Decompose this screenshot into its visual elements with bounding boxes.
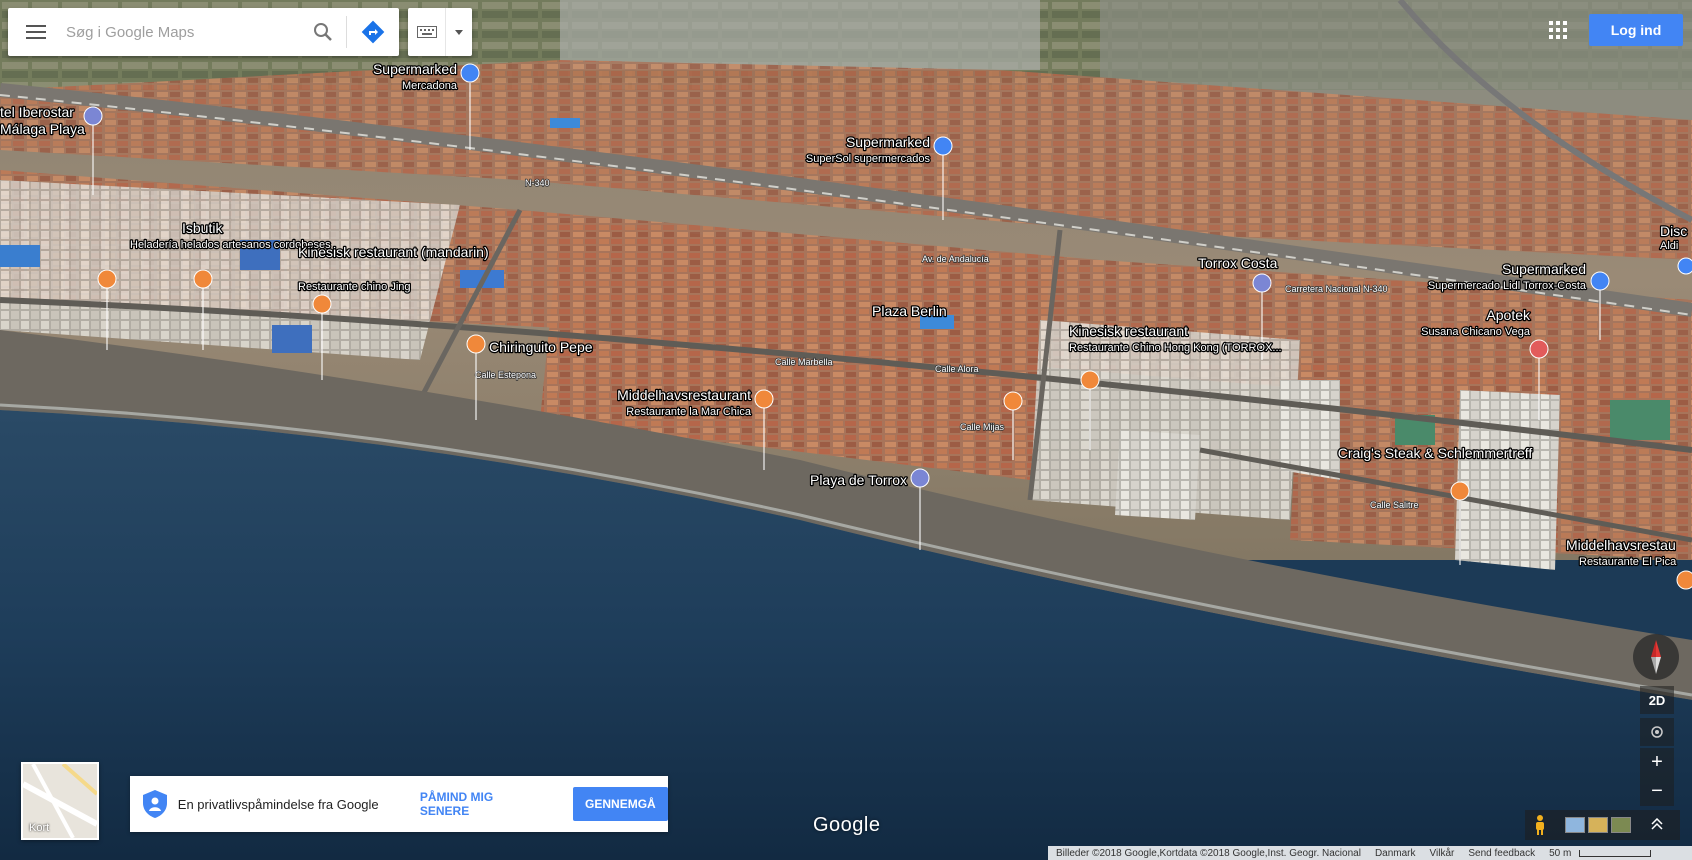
country-link[interactable]: Danmark <box>1375 848 1416 859</box>
zoom-in-button[interactable]: + <box>1640 748 1674 777</box>
privacy-reminder: En privatlivspåmindelse fra Google PÅMIN… <box>130 776 668 832</box>
pegman-button[interactable] <box>1525 810 1555 840</box>
feedback-link[interactable]: Send feedback <box>1468 848 1535 859</box>
expand-imagery-button[interactable] <box>1651 817 1663 833</box>
apps-grid-icon <box>1549 21 1567 39</box>
svg-text:Disc: Disc <box>1660 223 1687 239</box>
chevron-down-icon <box>455 29 464 35</box>
pegman-icon <box>1536 815 1544 835</box>
bottom-right-controls <box>1525 810 1680 840</box>
location-icon <box>1651 726 1663 738</box>
map-layer-label: Kort <box>29 822 50 834</box>
road-label-marbella: Calle Marbella <box>775 357 833 367</box>
zoom-out-button[interactable]: − <box>1640 777 1674 806</box>
svg-text:Plaza Berlin: Plaza Berlin <box>872 303 947 319</box>
svg-text:Kinesisk restaurant (mandarin): Kinesisk restaurant (mandarin) <box>298 244 489 260</box>
satellite-map[interactable]: N-340 Av. de Andalucía Carretera Naciona… <box>0 0 1692 860</box>
svg-text:Chiringuito Pepe: Chiringuito Pepe <box>489 339 593 355</box>
tilt-2d-button[interactable]: 2D <box>1640 686 1674 714</box>
keyboard-icon <box>416 26 437 38</box>
svg-text:tel Iberostar: tel Iberostar <box>0 104 74 120</box>
svg-text:Restaurante Chino Hong Kong (T: Restaurante Chino Hong Kong (TORROX... <box>1069 342 1282 354</box>
shield-icon <box>143 790 167 818</box>
svg-text:Restaurante El Pica: Restaurante El Pica <box>1579 556 1677 568</box>
sign-in-button[interactable]: Log ind <box>1589 14 1683 46</box>
chevron-up-icon <box>1651 817 1663 830</box>
scale-label[interactable]: 50 m <box>1549 848 1571 859</box>
svg-text:Restaurante la Mar Chica: Restaurante la Mar Chica <box>626 406 752 418</box>
poi-restaurant-mar-chica[interactable]: Middelhavsrestaurant Restaurante la Mar … <box>616 386 774 419</box>
search-icon <box>314 23 332 41</box>
poi-plaza-berlin[interactable]: Plaza Berlin <box>871 302 948 321</box>
svg-text:Mercadona: Mercadona <box>402 80 458 92</box>
svg-text:Apotek: Apotek <box>1486 307 1531 323</box>
svg-text:Isbutik: Isbutik <box>182 220 223 236</box>
imagery-thumb-2[interactable] <box>1588 817 1608 833</box>
road-label-salitre: Calle Salitre <box>1370 500 1419 510</box>
map-layer-toggle[interactable]: Kort <box>21 762 99 840</box>
attribution-text: Billeder ©2018 Google,Kortdata ©2018 Goo… <box>1056 847 1361 859</box>
directions-button[interactable] <box>347 8 399 56</box>
road-label-alora: Calle Alora <box>935 364 979 374</box>
compass-icon <box>1651 640 1661 674</box>
svg-text:Susana Chicano Vega: Susana Chicano Vega <box>1421 326 1531 338</box>
attribution-bar: Billeder ©2018 Google,Kortdata ©2018 Goo… <box>1048 846 1692 860</box>
remind-later-button[interactable]: PÅMIND MIG SENERE <box>420 790 545 818</box>
svg-text:Playa de Torrox: Playa de Torrox <box>810 472 907 488</box>
road-label-estepona: Calle Estepona <box>475 370 536 380</box>
poi-restaurant-el-pica[interactable]: Middelhavsrestau Restaurante El Pica <box>1565 536 1692 590</box>
svg-text:Restaurante chino Jing: Restaurante chino Jing <box>298 281 411 293</box>
search-button[interactable] <box>300 8 346 56</box>
imagery-thumb-3[interactable] <box>1611 817 1631 833</box>
menu-button[interactable] <box>8 8 64 56</box>
imagery-thumb-1[interactable] <box>1565 817 1585 833</box>
privacy-text: En privatlivspåmindelse fra Google <box>177 796 379 812</box>
road-label-mijas: Calle Mijas <box>960 422 1005 432</box>
road-label-n340-carretera: Carretera Nacional N-340 <box>1285 284 1388 294</box>
terms-link[interactable]: Vilkår <box>1430 848 1455 859</box>
imagery-thumbnails <box>1565 817 1631 833</box>
svg-text:Supermarked: Supermarked <box>846 134 930 150</box>
my-location-button[interactable] <box>1640 718 1674 746</box>
scale-bar <box>1579 849 1652 857</box>
google-logo: Google <box>813 814 881 836</box>
search-input[interactable] <box>64 11 300 53</box>
directions-icon <box>361 20 385 44</box>
road-label-n340: N-340 <box>525 178 550 188</box>
svg-text:Aldi: Aldi <box>1660 240 1678 252</box>
svg-text:Supermarked: Supermarked <box>1502 261 1586 277</box>
svg-text:Craig's Steak & Schlemmertreff: Craig's Steak & Schlemmertreff <box>1338 445 1533 461</box>
svg-text:Supermercado Lidl Torrox-Costa: Supermercado Lidl Torrox-Costa <box>1428 280 1587 292</box>
svg-text:SuperSol supermercados: SuperSol supermercados <box>806 153 931 165</box>
input-tools <box>408 8 472 56</box>
svg-text:Middelhavsrestaurant: Middelhavsrestaurant <box>617 387 751 403</box>
apps-button[interactable] <box>1544 16 1572 44</box>
svg-text:Torrox Costa: Torrox Costa <box>1198 255 1278 271</box>
review-button[interactable]: GENNEMGÅ <box>572 787 668 821</box>
compass-button[interactable] <box>1633 634 1679 680</box>
hamburger-icon <box>26 25 46 39</box>
input-tools-dropdown[interactable] <box>445 8 472 56</box>
keyboard-button[interactable] <box>408 8 445 56</box>
svg-text:Málaga Playa: Málaga Playa <box>0 121 85 137</box>
search-box <box>8 8 399 56</box>
svg-text:Kinesisk restaurant: Kinesisk restaurant <box>1069 323 1188 339</box>
zoom-control: + − <box>1640 748 1674 806</box>
road-label-av-andalucia: Av. de Andalucía <box>922 254 989 264</box>
poi-restaurant-pin[interactable] <box>1003 391 1023 411</box>
svg-text:Supermarked: Supermarked <box>373 61 457 77</box>
svg-text:Middelhavsrestau: Middelhavsrestau <box>1566 537 1676 553</box>
